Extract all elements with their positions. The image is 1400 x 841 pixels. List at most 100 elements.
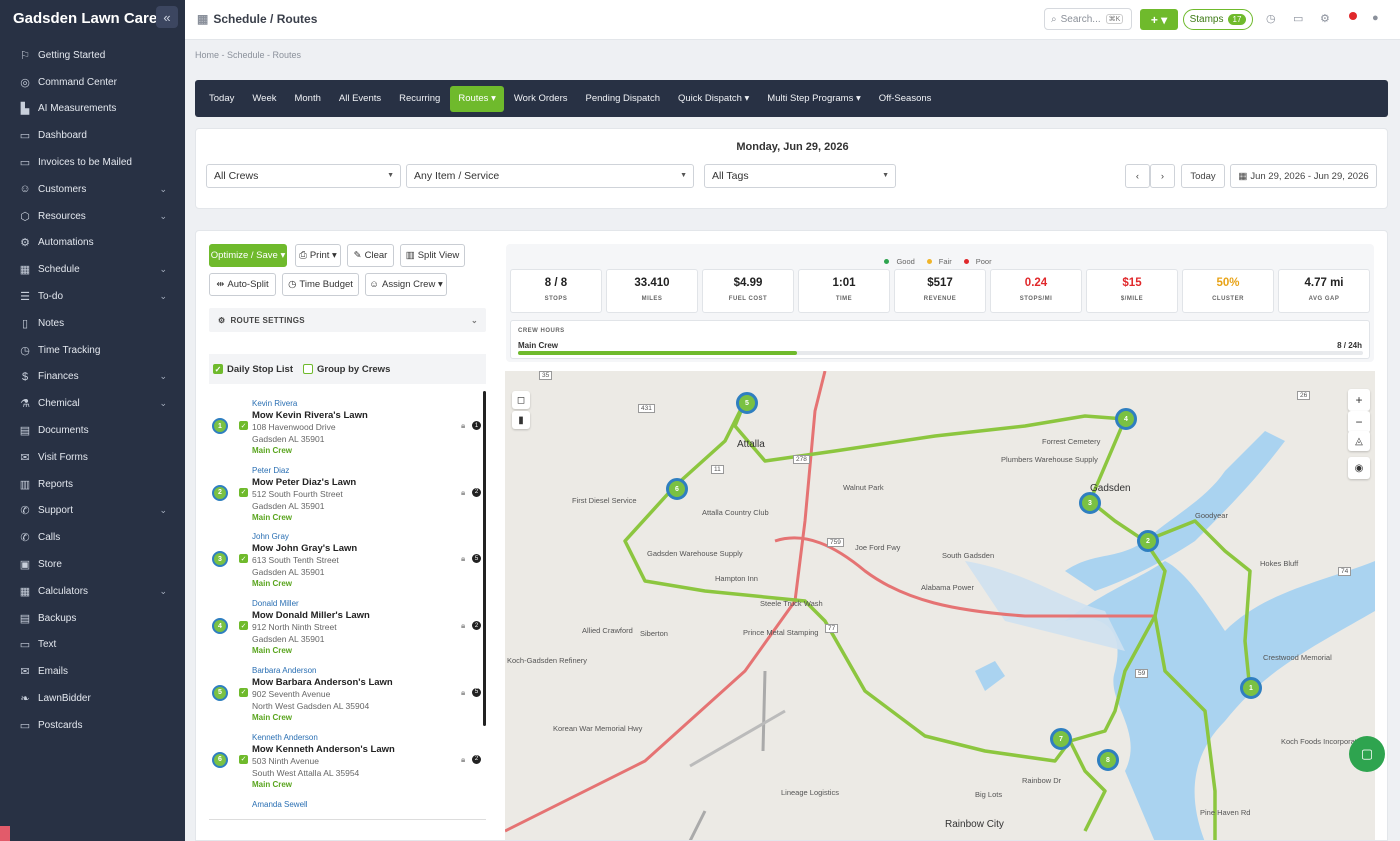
map-stop-pin[interactable]: 3 (1079, 492, 1101, 514)
draw-shape-icon[interactable]: ◻ (512, 391, 530, 409)
zoom-out-button[interactable]: − (1348, 411, 1370, 433)
stop-checkbox[interactable]: ✓ (239, 487, 248, 497)
stop-customer-link[interactable]: Peter Diaz (252, 466, 289, 475)
crews-select[interactable]: All Crews ▼ (206, 164, 401, 188)
sidebar-item-schedule[interactable]: ▦ Schedule ⌄ (0, 256, 185, 283)
sidebar-item-backups[interactable]: ▤ Backups (0, 605, 185, 632)
map-stop-pin[interactable]: 6 (666, 478, 688, 500)
sidebar-item-time-tracking[interactable]: ◷ Time Tracking (0, 337, 185, 364)
sidebar-item-store[interactable]: ▣ Store (0, 551, 185, 578)
lock-icon[interactable]: 🔒︎ (461, 488, 465, 498)
compass-icon[interactable]: ◬ (1348, 431, 1370, 451)
tab-routes[interactable]: Routes ▾ (450, 85, 504, 112)
user-avatar-icon[interactable]: ● (1372, 12, 1379, 24)
sidebar-item-documents[interactable]: ▤ Documents (0, 417, 185, 444)
lock-icon[interactable]: 🔒︎ (461, 755, 465, 765)
sidebar-item-support[interactable]: ✆ Support ⌄ (0, 498, 185, 525)
sidebar-item-finances[interactable]: $ Finances ⌄ (0, 364, 185, 391)
tab-pending-dispatch[interactable]: Pending Dispatch (578, 86, 668, 112)
sidebar-item-ai-measurements[interactable]: ▙ AI Measurements (0, 96, 185, 123)
stop-checkbox[interactable]: ✓ (239, 687, 248, 697)
stop-customer-link[interactable]: John Gray (252, 532, 289, 541)
lock-icon[interactable]: 🔒︎ (461, 554, 465, 564)
map-stop-pin[interactable]: 2 (1137, 530, 1159, 552)
stop-customer-link[interactable]: Kevin Rivera (252, 399, 297, 408)
sidebar-item-emails[interactable]: ✉ Emails (0, 658, 185, 685)
time-budget-button[interactable]: ◷ Time Budget (282, 273, 359, 296)
tab-off-seasons[interactable]: Off-Seasons (871, 86, 940, 112)
item-service-select[interactable]: Any Item / Service ▼ (406, 164, 694, 188)
search-input[interactable]: ⌕ Search... ⌘K (1044, 8, 1132, 30)
delete-shape-icon[interactable]: ▮ (512, 411, 530, 429)
sidebar-item-command-center[interactable]: ◎ Command Center (0, 69, 185, 96)
print-button[interactable]: ⎙ Print ▾ (295, 244, 341, 267)
tab-multi-step-programs[interactable]: Multi Step Programs ▾ (759, 86, 868, 112)
stop-checkbox[interactable]: ✓ (239, 421, 248, 430)
notification-bell-icon[interactable] (1349, 12, 1357, 20)
prev-date-button[interactable]: ‹ (1125, 164, 1150, 188)
sidebar-item-calculators[interactable]: ▦ Calculators ⌄ (0, 578, 185, 605)
date-range-picker[interactable]: ▦ Jun 29, 2026 - Jun 29, 2026 (1230, 164, 1377, 188)
stop-customer-link[interactable]: Amanda Sewell (252, 800, 308, 809)
messages-icon[interactable]: ▭ (1293, 12, 1303, 25)
sidebar-item-calls[interactable]: ✆ Calls (0, 524, 185, 551)
stop-list-item[interactable]: 4 ✓ Donald Miller Mow Donald Miller's La… (209, 591, 481, 657)
tab-today[interactable]: Today (201, 86, 242, 112)
sidebar-item-getting-started[interactable]: ⚐ Getting Started (0, 42, 185, 69)
lock-icon[interactable]: 🔒︎ (461, 421, 465, 431)
auto-split-button[interactable]: ⇹ Auto-Split (209, 273, 276, 296)
clear-button[interactable]: ✎ Clear (347, 244, 394, 267)
stop-list-scrollbar[interactable] (483, 391, 486, 726)
split-view-button[interactable]: ▥ Split View (400, 244, 465, 267)
stop-list-item[interactable]: 5 ✓ Barbara Anderson Mow Barbara Anderso… (209, 658, 481, 724)
add-new-button[interactable]: + ▾ (1140, 9, 1178, 30)
stop-checkbox[interactable]: ✓ (239, 754, 248, 764)
stop-list-item[interactable]: 3 ✓ John Gray Mow John Gray's Lawn 613 S… (209, 524, 481, 590)
sidebar-item-postcards[interactable]: ▭ Postcards (0, 712, 185, 739)
tab-month[interactable]: Month (286, 86, 328, 112)
route-map[interactable]: Attalla Gadsden Rainbow City Walnut Park Sou… (505, 371, 1375, 840)
map-stop-pin[interactable]: 7 (1050, 728, 1072, 750)
route-settings-toggle[interactable]: ⚙ ROUTE SETTINGS ⌄ (209, 308, 486, 332)
tab-recurring[interactable]: Recurring (391, 86, 448, 112)
next-date-button[interactable]: › (1150, 164, 1175, 188)
tab-work-orders[interactable]: Work Orders (506, 86, 576, 112)
stop-list-item[interactable]: 1 ✓ Kevin Rivera Mow Kevin Rivera's Lawn… (209, 391, 481, 457)
sidebar-item-resources[interactable]: ⬡ Resources ⌄ (0, 203, 185, 230)
stop-customer-link[interactable]: Kenneth Anderson (252, 733, 318, 742)
lock-icon[interactable]: 🔒︎ (461, 621, 465, 631)
tab-quick-dispatch[interactable]: Quick Dispatch ▾ (670, 86, 757, 112)
stamps-button[interactable]: Stamps 17 (1183, 9, 1253, 30)
chat-bubble-icon[interactable]: ▢ (1349, 736, 1385, 772)
sidebar-item-dashboard[interactable]: ▭ Dashboard (0, 122, 185, 149)
sidebar-item-text[interactable]: ▭ Text (0, 632, 185, 659)
tab-all-events[interactable]: All Events (331, 86, 389, 112)
sidebar-item-visit-forms[interactable]: ✉ Visit Forms (0, 444, 185, 471)
tab-week[interactable]: Week (244, 86, 284, 112)
group-by-crews-checkbox[interactable] (302, 364, 313, 374)
settings-icon[interactable]: ⚙ (1320, 12, 1330, 25)
today-button[interactable]: Today (1181, 164, 1225, 188)
collapse-sidebar-icon[interactable]: « (156, 6, 178, 28)
map-stop-pin[interactable]: 8 (1097, 749, 1119, 771)
stop-checkbox[interactable]: ✓ (239, 621, 248, 631)
sidebar-item-to-do[interactable]: ☰ To-do ⌄ (0, 283, 185, 310)
stop-list-item[interactable]: 6 ✓ Kenneth Anderson Mow Kenneth Anderso… (209, 725, 481, 791)
tags-select[interactable]: All Tags ▼ (704, 164, 896, 188)
sidebar-item-customers[interactable]: ☺ Customers ⌄ (0, 176, 185, 203)
sidebar-item-notes[interactable]: ▯ Notes (0, 310, 185, 337)
locate-me-icon[interactable]: ◉ (1348, 457, 1370, 479)
sidebar-item-chemical[interactable]: ⚗ Chemical ⌄ (0, 390, 185, 417)
daily-stop-list-checkbox[interactable]: ✓ (213, 364, 223, 374)
map-stop-pin[interactable]: 4 (1115, 408, 1137, 430)
sidebar-item-automations[interactable]: ⚙ Automations (0, 230, 185, 257)
sidebar-item-reports[interactable]: ▥ Reports (0, 471, 185, 498)
sidebar-item-lawnbidder[interactable]: ❧ LawnBidder (0, 685, 185, 712)
stop-customer-link[interactable]: Donald Miller (252, 599, 299, 608)
map-stop-pin[interactable]: 5 (736, 392, 758, 414)
stop-list-item[interactable]: 2 ✓ Peter Diaz Mow Peter Diaz's Lawn 512… (209, 458, 481, 524)
stop-customer-link[interactable]: Barbara Anderson (252, 666, 317, 675)
assign-crew-button[interactable]: ☺ Assign Crew ▾ (365, 273, 447, 296)
history-icon[interactable]: ◷ (1266, 12, 1276, 25)
stop-checkbox[interactable]: ✓ (239, 554, 248, 564)
